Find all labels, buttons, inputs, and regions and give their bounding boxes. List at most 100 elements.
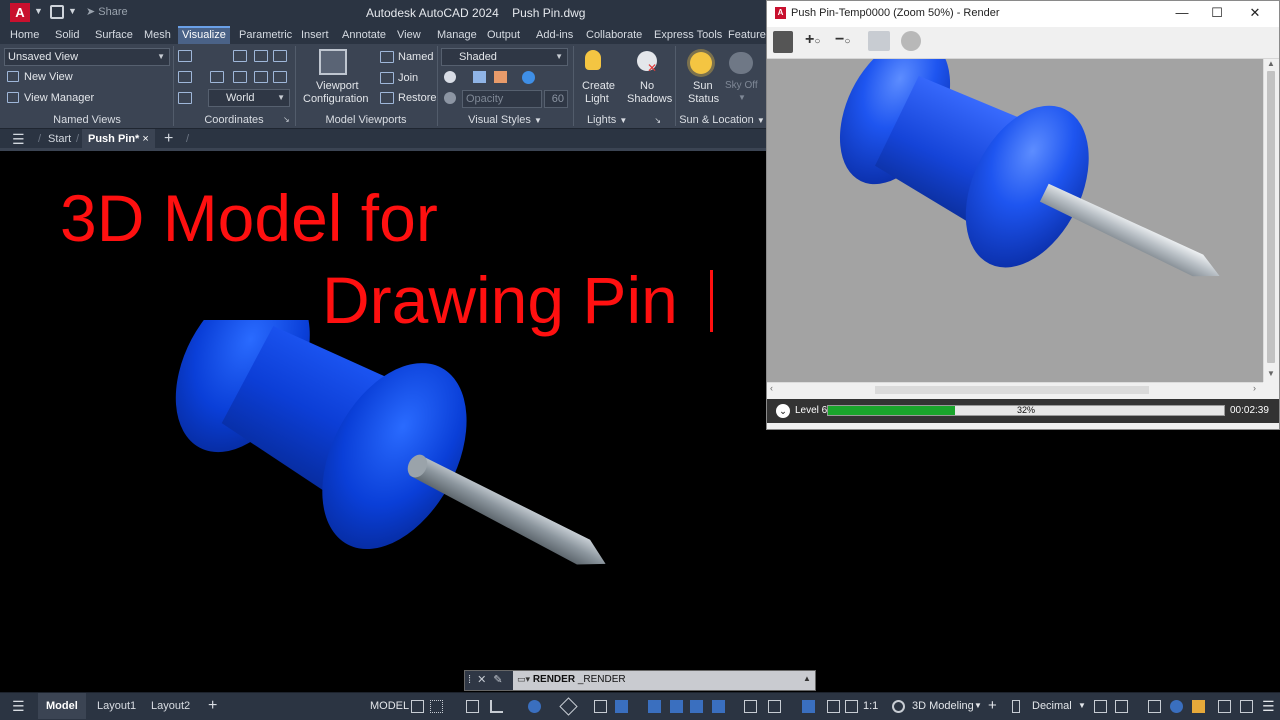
- ucs-origin-icon[interactable]: [233, 50, 247, 62]
- grip-icon[interactable]: ⁞: [468, 674, 471, 686]
- vertical-scroll-thumb[interactable]: [1267, 71, 1275, 363]
- canvas-text-line-1[interactable]: 3D Model for: [60, 180, 438, 256]
- tab-mesh[interactable]: Mesh: [140, 26, 175, 44]
- dynamic-ucs-icon[interactable]: [744, 700, 757, 713]
- 3d-object-snap-icon[interactable]: [712, 700, 725, 713]
- hamburger-menu-icon[interactable]: ☰: [12, 129, 25, 149]
- edge-effects-icon[interactable]: [444, 71, 456, 83]
- infer-constraints-icon[interactable]: [466, 700, 479, 713]
- close-icon[interactable]: ×: [142, 133, 148, 145]
- lock-ui-icon[interactable]: [1115, 700, 1128, 713]
- tab-view[interactable]: View: [393, 26, 425, 44]
- restore-viewports-button[interactable]: Restore: [398, 92, 437, 104]
- opacity-toggle-icon[interactable]: [444, 92, 456, 104]
- ucs-world-dropdown[interactable]: World ▼: [208, 89, 290, 107]
- join-viewports-button[interactable]: Join: [398, 72, 418, 84]
- isolate-objects-icon[interactable]: [1148, 700, 1161, 713]
- file-tab-push-pin[interactable]: Push Pin* ×: [82, 129, 155, 149]
- app-menu-caret-icon[interactable]: ▼: [34, 6, 43, 16]
- command-line[interactable]: ⁞ ✕ ✎ ▭▾ RENDER _RENDER ▲: [464, 670, 816, 691]
- isodraft-icon[interactable]: [559, 697, 578, 716]
- scroll-up-icon[interactable]: ▲: [1267, 59, 1275, 68]
- sky-caret-icon[interactable]: ▼: [738, 93, 746, 102]
- tab-surface[interactable]: Surface: [91, 26, 137, 44]
- polar-tracking-icon[interactable]: [528, 700, 541, 713]
- graphics-performance-icon[interactable]: [1170, 700, 1183, 713]
- print-icon[interactable]: [868, 31, 890, 51]
- tab-annotate[interactable]: Annotate: [338, 26, 390, 44]
- new-tab-button[interactable]: +: [164, 129, 173, 149]
- close-icon[interactable]: ✕: [477, 674, 486, 686]
- render-window-titlebar[interactable]: A Push Pin-Temp0000 (Zoom 50%) - Render …: [767, 1, 1279, 27]
- ucs-z-icon[interactable]: [254, 71, 268, 83]
- application-menu-button[interactable]: A: [10, 3, 30, 22]
- ucs-y-icon[interactable]: [233, 71, 247, 83]
- panel-label-sun-location[interactable]: Sun & Location ▼: [676, 112, 768, 128]
- viewport-config-label-2[interactable]: Configuration: [303, 93, 368, 105]
- panel-label-visual-styles[interactable]: Visual Styles ▼: [440, 112, 570, 128]
- layout-menu-icon[interactable]: ☰: [12, 693, 25, 719]
- quick-properties-icon[interactable]: [1094, 700, 1107, 713]
- named-viewports-button[interactable]: Named: [398, 51, 433, 63]
- ucs-face-icon[interactable]: [178, 71, 192, 83]
- chevron-down-icon[interactable]: ▼: [974, 693, 982, 719]
- create-light-label-1[interactable]: Create: [582, 80, 615, 92]
- visual-style-dropdown[interactable]: Shaded ▼: [441, 48, 568, 66]
- layout-tab-model[interactable]: Model: [38, 693, 86, 719]
- view-manager-button[interactable]: View Manager: [24, 92, 94, 104]
- snap-icon[interactable]: [430, 700, 443, 713]
- quick-save-icon[interactable]: [50, 5, 64, 19]
- panel-label-lights[interactable]: Lights ▼ ↘: [576, 112, 672, 128]
- selection-filter-icon[interactable]: [768, 700, 781, 713]
- xray-icon[interactable]: [473, 71, 486, 83]
- horizontal-scroll-thumb[interactable]: [875, 386, 1149, 394]
- save-render-icon[interactable]: [773, 31, 793, 53]
- zoom-out-icon[interactable]: −○: [835, 31, 850, 49]
- lineweight-icon[interactable]: [648, 700, 661, 713]
- render-teapot-icon[interactable]: [901, 31, 921, 51]
- new-layout-button[interactable]: +: [208, 693, 217, 719]
- maximize-icon[interactable]: ☐: [1207, 5, 1227, 21]
- chevron-down-icon[interactable]: ▼: [1078, 693, 1086, 719]
- close-icon[interactable]: ✕: [1245, 5, 1265, 21]
- auto-scale-icon[interactable]: [845, 700, 858, 713]
- annotation-monitor-icon[interactable]: +: [988, 693, 997, 719]
- tab-home[interactable]: Home: [6, 26, 43, 44]
- opacity-value-field[interactable]: 60: [544, 90, 568, 108]
- panel-expand-icon[interactable]: ↘: [283, 115, 290, 124]
- ortho-icon[interactable]: [490, 700, 503, 713]
- ucs-x-icon[interactable]: [210, 71, 224, 83]
- material-sphere-icon[interactable]: [522, 71, 535, 84]
- file-tab-start[interactable]: Start: [48, 129, 71, 149]
- annotation-visibility-icon[interactable]: [827, 700, 840, 713]
- no-shadows-label-1[interactable]: No: [640, 80, 654, 92]
- ucs-3point-icon[interactable]: [273, 71, 287, 83]
- recent-commands-icon[interactable]: ▭▾: [517, 674, 530, 684]
- sky-off-button[interactable]: Sky Off: [725, 80, 758, 91]
- tab-add-ins[interactable]: Add-ins: [532, 26, 577, 44]
- fullscreen-icon[interactable]: [1240, 700, 1253, 713]
- selection-cycling-icon[interactable]: [690, 700, 703, 713]
- hardware-acceleration-icon[interactable]: [1192, 700, 1205, 713]
- gear-icon[interactable]: [892, 700, 905, 713]
- tab-manage[interactable]: Manage: [433, 26, 481, 44]
- ucs-icon[interactable]: [178, 50, 192, 62]
- command-history-caret-icon[interactable]: ▲: [803, 674, 811, 683]
- new-view-button[interactable]: New View: [24, 71, 73, 83]
- clean-screen-icon[interactable]: [1218, 700, 1231, 713]
- tab-insert[interactable]: Insert: [297, 26, 333, 44]
- scroll-down-icon[interactable]: ▼: [1267, 369, 1275, 378]
- ucs-view-icon[interactable]: [254, 50, 268, 62]
- grid-icon[interactable]: [411, 700, 424, 713]
- gizmo-icon[interactable]: [802, 700, 815, 713]
- ucs-object-icon[interactable]: [273, 50, 287, 62]
- tab-visualize[interactable]: Visualize: [178, 26, 230, 44]
- object-snap-tracking-icon[interactable]: [594, 700, 607, 713]
- create-light-label-2[interactable]: Light: [585, 93, 609, 105]
- units-dropdown[interactable]: Decimal: [1032, 693, 1072, 719]
- named-view-dropdown[interactable]: Unsaved View ▼: [4, 48, 170, 66]
- push-pin-3d-model[interactable]: [120, 320, 620, 650]
- chevron-down-icon[interactable]: ⌄: [776, 404, 790, 418]
- customization-menu-icon[interactable]: ☰: [1262, 693, 1275, 719]
- workspace-switch[interactable]: 3D Modeling: [912, 693, 974, 719]
